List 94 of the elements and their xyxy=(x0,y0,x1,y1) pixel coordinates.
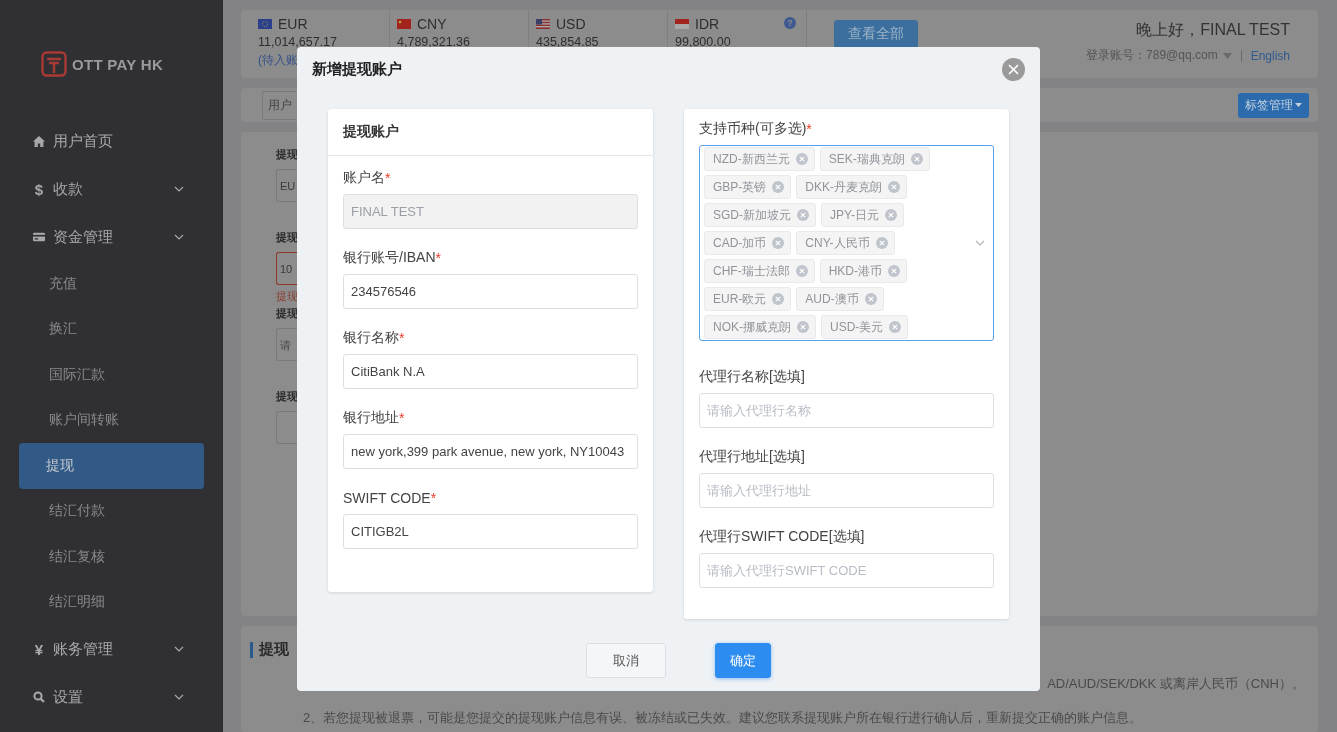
caret-icon xyxy=(1295,103,1302,107)
field-label: 代理行地址[选填] xyxy=(699,448,805,466)
logo-icon xyxy=(41,51,67,77)
menu-item[interactable]: ¥ 账务管理 xyxy=(0,625,223,673)
field-label: 账户名 xyxy=(343,169,385,187)
submenu-item[interactable]: 换汇 xyxy=(19,306,204,352)
balance-amount: 435,854.85 xyxy=(536,35,600,49)
multi-select[interactable]: NZD-新西兰元 SEK-瑞典克朗 GBP-英镑 DKK-丹麦克朗 SGD-新加坡元 JPY-日元 CAD-加币 CNY-人民币 CHF-瑞士法郎 HKD-港币 EUR-欧元 AUD-澳币 NOK-挪威克朗 USD-美元 xyxy=(699,145,994,341)
field-label: 银行地址 xyxy=(343,409,399,427)
remove-icon[interactable] xyxy=(884,209,897,221)
submenu-item[interactable]: 结汇付款 xyxy=(19,488,204,534)
currency-tag[interactable]: EUR-欧元 xyxy=(704,287,792,311)
required-mark: * xyxy=(399,330,405,346)
currency-tag[interactable]: AUD-澳币 xyxy=(796,287,884,311)
help-icon[interactable]: ? xyxy=(784,17,796,29)
remove-icon[interactable] xyxy=(910,153,923,165)
required-mark: * xyxy=(385,170,391,186)
currency-tag[interactable]: NOK-挪威克朗 xyxy=(704,315,816,339)
search-icon xyxy=(33,691,45,703)
field-label: 代理行名称[选填] xyxy=(699,368,805,386)
currency-icon: $ xyxy=(34,180,44,198)
input-field[interactable]: new york,399 park avenue, new york, NY10043 xyxy=(343,434,638,469)
menu-item[interactable]: 资金管理 xyxy=(0,213,223,261)
currency-code: CNY xyxy=(417,16,447,32)
currency-tag[interactable]: SEK-瑞典克朗 xyxy=(819,147,930,171)
currency-code: IDR xyxy=(695,16,720,32)
remove-icon[interactable] xyxy=(888,265,900,277)
required-mark: * xyxy=(806,121,812,137)
remove-icon[interactable] xyxy=(772,237,785,249)
home-icon xyxy=(33,135,45,147)
balance-amount: 11,014,657.17 xyxy=(258,35,338,49)
note-text: 2、若您提现被退票，可能是您提交的提现账户信息有误、被冻结或已失效。建议您联系提现账户所在银行进行确认后，重新提交正确的账户信息。 xyxy=(303,709,1144,727)
remove-icon[interactable] xyxy=(864,293,877,305)
greeting: 晚上好，FINAL TEST xyxy=(1136,20,1290,40)
close-icon xyxy=(1008,63,1019,75)
currency-tag[interactable]: SGD-新加坡元 xyxy=(704,203,816,227)
menu-item[interactable]: $ 收款 xyxy=(0,165,223,213)
input-field[interactable]: 请 xyxy=(276,328,297,361)
remove-icon[interactable] xyxy=(797,209,809,221)
currency-tag[interactable]: CHF-瑞士法郎 xyxy=(704,259,815,283)
menu-item[interactable]: 用户首页 xyxy=(0,117,223,165)
remove-icon[interactable] xyxy=(795,153,808,165)
field-label: SWIFT CODE xyxy=(343,490,431,506)
submenu-item[interactable]: 提现 xyxy=(19,443,204,489)
remove-icon[interactable] xyxy=(797,321,809,333)
currency-tag[interactable]: HKD-港币 xyxy=(819,259,907,283)
section-title: 提现 xyxy=(259,640,289,659)
tag-manage-button[interactable]: 标签管理 xyxy=(1238,92,1309,118)
breadcrumb-tab[interactable]: 用户 xyxy=(262,90,296,120)
field-label: 银行名称 xyxy=(343,329,399,347)
submenu-item[interactable]: 充值 xyxy=(19,261,204,307)
chevron-down-icon xyxy=(975,240,985,246)
remove-icon[interactable] xyxy=(889,321,902,333)
submenu-item[interactable]: 结汇明细 xyxy=(19,579,204,625)
submenu-item[interactable]: 国际汇款 xyxy=(19,352,204,398)
currency-code: EUR xyxy=(278,16,308,32)
required-mark: * xyxy=(430,490,437,506)
confirm-button[interactable]: 确定 xyxy=(715,643,771,678)
input-field[interactable]: CitiBank N.A xyxy=(343,354,638,389)
currency-tag[interactable]: USD-美元 xyxy=(821,315,909,339)
required-mark: * xyxy=(435,250,442,266)
remove-icon[interactable] xyxy=(888,181,900,193)
remove-icon[interactable] xyxy=(772,293,785,305)
language-link[interactable]: English xyxy=(1250,48,1290,63)
menu-item[interactable]: 设置 xyxy=(0,673,223,721)
logo-text: OTT PAY HK xyxy=(72,55,164,73)
currency-tag[interactable]: DKK-丹麦克朗 xyxy=(796,175,907,199)
currency-tag[interactable]: CAD-加币 xyxy=(704,231,792,255)
currency-tag[interactable]: CNY-人民币 xyxy=(796,231,895,255)
balance-amount: 99,800.00 xyxy=(675,35,732,49)
dialog-title: 新增提现账户 xyxy=(312,59,402,79)
note-text: AD/AUD/SEK/DKK 或离岸人民币（CNH）。 xyxy=(1047,675,1305,693)
currency-tag[interactable]: NZD-新西兰元 xyxy=(704,147,815,171)
currency-tag[interactable]: GBP-英镑 xyxy=(704,175,792,199)
cancel-button[interactable]: 取消 xyxy=(586,643,666,678)
field-label: 银行账号/IBAN xyxy=(343,249,436,267)
input-field[interactable]: 234576546 xyxy=(343,274,638,309)
currency-icon: ¥ xyxy=(34,640,44,658)
card-title: 提现账户 xyxy=(328,109,653,156)
submenu-item[interactable]: 结汇复核 xyxy=(19,534,204,580)
remove-icon[interactable] xyxy=(795,265,808,277)
remove-icon[interactable] xyxy=(772,181,785,193)
field-label: 代理行SWIFT CODE[选填] xyxy=(699,528,865,546)
dropdown-icon[interactable] xyxy=(1222,52,1232,59)
field-label: 支持币种(可多选) xyxy=(699,120,807,138)
required-mark: * xyxy=(399,410,405,426)
submenu-item[interactable]: 账户间转账 xyxy=(19,397,204,443)
card-icon xyxy=(33,232,45,242)
currency-tag[interactable]: JPY-日元 xyxy=(821,203,904,227)
close-button[interactable] xyxy=(1002,57,1025,81)
currency-code: USD xyxy=(556,16,586,32)
balance-amount: 4,789,321.36 xyxy=(397,35,471,49)
remove-icon[interactable] xyxy=(875,237,888,249)
input-field[interactable]: CITIGB2L xyxy=(343,514,638,549)
